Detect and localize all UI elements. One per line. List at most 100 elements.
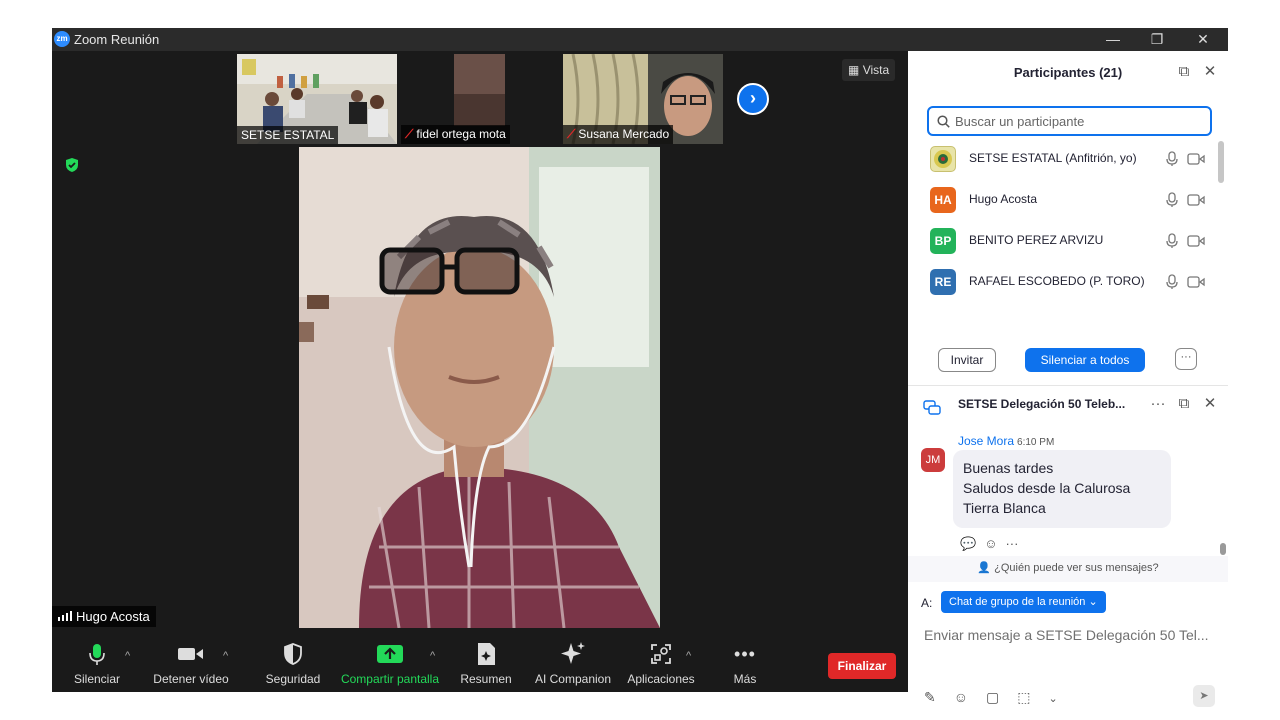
chat-message-input[interactable]	[924, 623, 1218, 647]
who-can-see-notice[interactable]: 👤 ¿Quién puede ver sus mensajes?	[908, 556, 1228, 582]
next-page-button[interactable]: ›	[737, 83, 769, 115]
security-shield-icon	[284, 643, 302, 665]
video-camera-icon	[178, 648, 203, 660]
apps-icon	[651, 644, 671, 664]
audio-options-chevron-icon[interactable]: ^	[125, 650, 130, 662]
security-button[interactable]: Seguridad	[263, 640, 323, 686]
recipient-label: A:	[921, 596, 933, 610]
video-thumbnail[interactable]: ⟋ Susana Mercado	[563, 54, 723, 144]
zoom-window: zm Zoom Reunión — ❐ ✕ SETSE ESTATAL ⟋ fi…	[52, 28, 1228, 707]
mute-button[interactable]: Silenciar	[72, 640, 122, 686]
search-input[interactable]	[955, 112, 1205, 130]
emoji-icon[interactable]: ☺	[954, 689, 968, 705]
people-icon: 👤	[977, 562, 992, 574]
panel-divider	[908, 385, 1228, 386]
window-title: Zoom Reunión	[74, 32, 160, 47]
title-bar: zm Zoom Reunión — ❐ ✕	[52, 28, 1228, 51]
view-button[interactable]: ▦ Vista	[842, 59, 896, 81]
video-camera-icon[interactable]	[1187, 276, 1205, 288]
microphone-icon	[89, 644, 105, 665]
thumbnail-label: ⟋ Susana Mercado	[563, 125, 674, 144]
thumbnail-label: ⟋ fidel ortega mota	[401, 125, 510, 144]
side-panel: Participantes (21) ⧉ ✕ SETSE ESTATAL (An…	[908, 51, 1228, 707]
format-text-icon[interactable]: ✎	[924, 689, 936, 705]
message-more-icon[interactable]: ···	[1005, 536, 1018, 551]
zoom-logo-icon: zm	[54, 31, 70, 47]
participants-header: Participantes (21) ⧉ ✕	[908, 51, 1228, 95]
chevron-right-icon: ›	[750, 88, 756, 108]
stop-video-button[interactable]: Detener vídeo	[152, 640, 230, 686]
chat-more-icon[interactable]: ···	[1149, 395, 1167, 413]
microphone-icon[interactable]	[1165, 192, 1179, 208]
popout-icon[interactable]: ⧉	[1175, 63, 1193, 81]
summary-document-icon	[478, 643, 495, 665]
close-panel-icon[interactable]: ✕	[1201, 63, 1219, 81]
invite-button[interactable]: Invitar	[938, 348, 996, 372]
close-button[interactable]: ✕	[1180, 28, 1226, 51]
participants-more-button[interactable]: ···	[1175, 348, 1197, 370]
summary-button[interactable]: Resumen	[458, 640, 514, 686]
chat-close-icon[interactable]: ✕	[1201, 395, 1219, 413]
video-thumbnail[interactable]: SETSE ESTATAL	[237, 54, 397, 144]
microphone-icon[interactable]	[1165, 151, 1179, 167]
video-camera-icon[interactable]	[1187, 194, 1205, 206]
meeting-toolbar: Silenciar ^ Detener vídeo ^ Seguridad Co…	[52, 628, 908, 692]
chat-header: SETSE Delegación 50 Teleb... ··· ⧉ ✕	[908, 387, 1228, 427]
chat-popout-icon[interactable]: ⧉	[1175, 395, 1193, 413]
organization-logo-icon	[934, 150, 952, 168]
grid-icon: ▦	[848, 63, 860, 77]
encryption-shield-icon[interactable]	[64, 157, 80, 173]
sender-avatar: JM	[921, 448, 945, 472]
main-speaker-video[interactable]	[299, 147, 660, 628]
send-icon: ➤	[1199, 690, 1209, 702]
message-time: 6:10 PM	[1017, 437, 1055, 448]
recipient-select[interactable]: Chat de grupo de la reunión ⌄	[941, 591, 1106, 613]
participants-scrollbar[interactable]	[1218, 141, 1224, 183]
chevron-down-icon[interactable]: ⌄	[1049, 693, 1058, 705]
microphone-icon[interactable]	[1165, 274, 1179, 290]
minimize-button[interactable]: —	[1090, 28, 1136, 51]
mute-all-button[interactable]: Silenciar a todos	[1025, 348, 1145, 372]
ai-companion-button[interactable]: AI Companion	[533, 640, 613, 686]
chat-scrollbar[interactable]	[1220, 543, 1226, 555]
share-options-chevron-icon[interactable]: ^	[430, 650, 435, 662]
active-speaker-label: Hugo Acosta	[52, 606, 156, 627]
speaker-video-image	[299, 147, 660, 628]
send-button[interactable]: ➤	[1193, 685, 1215, 707]
participant-search[interactable]	[927, 106, 1212, 136]
add-reaction-icon[interactable]: ☺	[984, 536, 997, 551]
share-screen-icon	[377, 645, 403, 663]
participant-row[interactable]: BP BENITO PEREZ ARVIZU	[908, 221, 1218, 262]
participant-row[interactable]: HA Hugo Acosta	[908, 180, 1218, 221]
video-camera-icon[interactable]	[1187, 235, 1205, 247]
chevron-down-icon: ⌄	[1088, 596, 1098, 608]
share-screen-button[interactable]: Compartir pantalla	[339, 640, 441, 686]
avatar: HA	[930, 187, 956, 213]
restore-button[interactable]: ❐	[1134, 28, 1180, 51]
signal-bars-icon	[58, 611, 72, 621]
end-meeting-button[interactable]: Finalizar	[828, 653, 896, 679]
microphone-icon[interactable]	[1165, 233, 1179, 249]
screenshot-icon[interactable]: ⬚	[1017, 689, 1030, 705]
more-button[interactable]: ••• Más	[724, 640, 766, 687]
apps-button[interactable]: Aplicaciones	[626, 640, 696, 686]
more-dots-icon: •••	[734, 643, 756, 664]
reply-thread-icon[interactable]: 💬	[960, 536, 976, 551]
video-options-chevron-icon[interactable]: ^	[223, 650, 228, 662]
video-stage: SETSE ESTATAL ⟋ fidel ortega mota ⟋ Susan	[52, 51, 908, 628]
participant-row[interactable]: SETSE ESTATAL (Anfitrión, yo)	[908, 139, 1218, 180]
video-thumbnail[interactable]: ⟋ fidel ortega mota	[401, 54, 561, 144]
ai-sparkle-icon	[561, 642, 585, 664]
avatar: BP	[930, 228, 956, 254]
mic-muted-icon: ⟋	[405, 127, 414, 141]
message-sender: Jose Mora 6:10 PM	[958, 434, 1055, 448]
chat-tools: ✎ ☺ ▢ ⬚ ⌄	[924, 689, 1076, 706]
message-actions: 💬 ☺ ···	[960, 536, 1026, 552]
participant-row[interactable]: RE RAFAEL ESCOBEDO (P. TORO)	[908, 262, 1218, 303]
chat-title: SETSE Delegación 50 Teleb...	[958, 397, 1126, 411]
video-camera-icon[interactable]	[1187, 153, 1205, 165]
chat-bubble-icon	[923, 400, 941, 415]
apps-options-chevron-icon[interactable]: ^	[686, 650, 691, 662]
message-bubble[interactable]: Buenas tardes Saludos desde la Calurosa …	[953, 450, 1171, 528]
file-icon[interactable]: ▢	[986, 689, 999, 705]
